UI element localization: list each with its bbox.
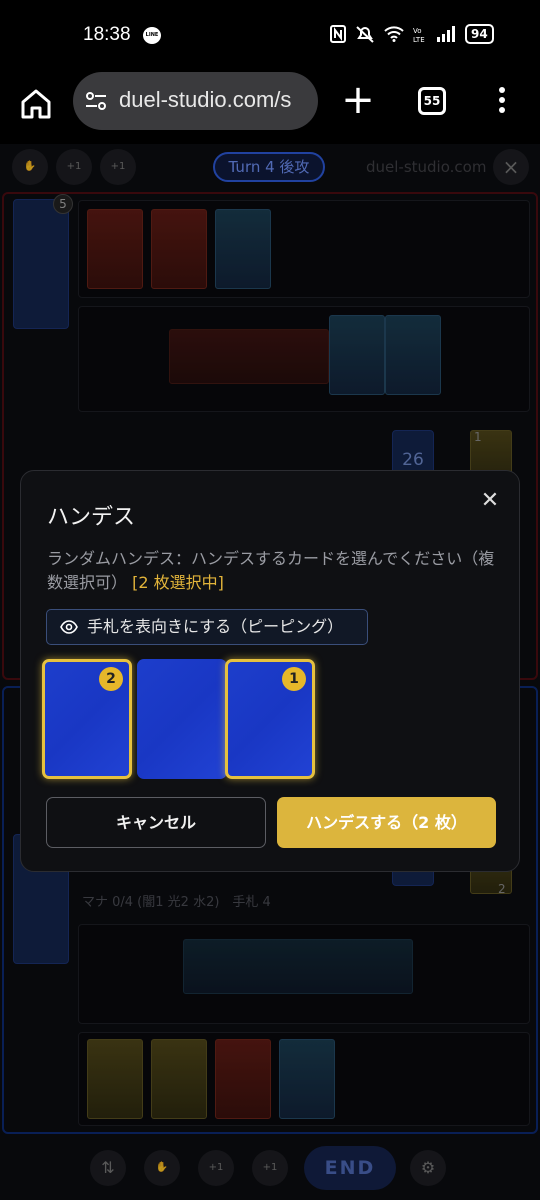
selection-order-badge: 1 <box>282 667 306 691</box>
dialog-instruction: ランダムハンデス：ハンデスするカードを選んでください（複数選択可） <box>47 549 495 592</box>
volte-icon: VoLTE <box>413 27 425 43</box>
signal-icon <box>437 26 455 42</box>
svg-text:LTE: LTE <box>413 36 425 43</box>
home-icon[interactable] <box>18 86 54 122</box>
close-icon[interactable]: ✕ <box>478 489 502 513</box>
battery-icon: 94 <box>465 24 494 44</box>
dialog-title: ハンデス <box>47 505 136 530</box>
confirm-handes-button[interactable]: ハンデスする（2 枚） <box>277 797 496 848</box>
selection-order-badge: 2 <box>99 667 123 691</box>
hand-card-1[interactable]: 2 <box>42 659 132 779</box>
url-text: duel-studio.com/s <box>119 87 292 112</box>
handes-dialog: ハンデス ✕ ランダムハンデス：ハンデスするカードを選んでください（複数選択可）… <box>20 470 520 872</box>
selection-count: [2 枚選択中] <box>132 573 224 592</box>
dialog-description: ランダムハンデス：ハンデスするカードを選んでください（複数選択可） [2 枚選択… <box>47 547 507 595</box>
eye-icon <box>60 620 78 634</box>
mute-icon <box>356 26 374 43</box>
browser-toolbar: duel-studio.com/s + 55 <box>0 72 540 144</box>
svg-text:Vo: Vo <box>413 27 422 35</box>
url-bar[interactable]: duel-studio.com/s <box>73 72 318 130</box>
site-settings-icon[interactable] <box>85 90 107 112</box>
peeping-button[interactable]: 手札を表向きにする（ピーピング） <box>46 609 368 645</box>
cancel-button[interactable]: キャンセル <box>46 797 266 848</box>
status-bar: 18:38 LINE Vo LTE 94 <box>0 0 540 72</box>
hand-card-3[interactable]: 1 <box>225 659 315 779</box>
hand-card-2[interactable] <box>137 659 227 779</box>
status-time: 18:38 <box>83 24 131 45</box>
nfc-icon <box>330 25 346 43</box>
status-icons: Vo LTE 94 <box>330 24 494 44</box>
peeping-label: 手札を表向きにする（ピーピング） <box>87 617 344 636</box>
line-app-icon: LINE <box>143 27 161 44</box>
new-tab-icon[interactable]: + <box>340 80 376 120</box>
tab-switcher-button[interactable]: 55 <box>418 87 446 115</box>
wifi-icon <box>384 26 404 42</box>
more-menu-icon[interactable] <box>492 85 512 117</box>
